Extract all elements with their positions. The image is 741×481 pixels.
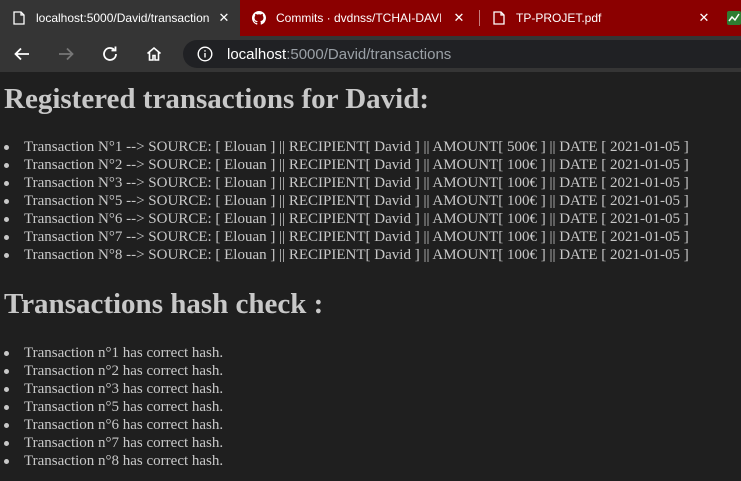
hash-check-title: Transactions hash check : [4,288,324,320]
list-item: Transaction n°2 has correct hash. [0,362,223,380]
page-content: Registered transactions for David: Trans… [0,72,741,481]
list-item: Transaction N°3 --> SOURCE: [ Elouan ] |… [0,174,689,192]
tab-transactions[interactable]: localhost:5000/David/transactions ✕ [0,0,240,36]
list-item: Transaction N°2 --> SOURCE: [ Elouan ] |… [0,156,689,174]
list-item: Transaction N°1 --> SOURCE: [ Elouan ] |… [0,138,689,156]
back-button[interactable] [10,42,34,66]
home-button[interactable] [142,42,166,66]
chart-icon [727,11,741,25]
arrow-left-icon [14,47,29,61]
address-path: :5000/David/transactions [286,45,452,63]
list-item: Transaction n°8 has correct hash. [0,452,223,470]
info-icon[interactable] [197,46,213,62]
reload-button[interactable] [98,42,122,66]
list-item: Transaction n°6 has correct hash. [0,416,223,434]
tab-title: TP-PROJET.pdf [516,11,602,25]
reload-icon [103,46,117,61]
forward-button[interactable] [54,42,78,66]
tab-title: localhost:5000/David/transactions [36,11,210,25]
list-item: Transaction N°5 --> SOURCE: [ Elouan ] |… [0,192,689,210]
transaction-list: Transaction N°1 --> SOURCE: [ Elouan ] |… [0,138,689,264]
list-item: Transaction N°8 --> SOURCE: [ Elouan ] |… [0,246,689,264]
list-item: Transaction n°1 has correct hash. [0,344,223,362]
list-item: Transaction N°6 --> SOURCE: [ Elouan ] |… [0,210,689,228]
github-icon [252,11,266,25]
close-icon[interactable]: ✕ [451,10,467,26]
close-icon[interactable]: ✕ [696,10,712,26]
list-item: Transaction n°5 has correct hash. [0,398,223,416]
pdf-icon [492,11,506,25]
home-icon [146,46,162,61]
tab-commits[interactable]: Commits · dvdnss/TCHAI-DAVID ✕ [240,0,475,36]
address-host: localhost [227,45,287,63]
page-title: Registered transactions for David: [4,83,430,115]
arrow-right-icon [59,47,74,61]
tab-title: Commits · dvdnss/TCHAI-DAVID [276,11,441,25]
close-icon[interactable]: ✕ [216,10,232,26]
tab-partial[interactable] [722,0,741,36]
hash-check-list: Transaction n°1 has correct hash. Transa… [0,344,223,470]
page-icon [12,11,26,25]
tab-pdf[interactable]: TP-PROJET.pdf ✕ [480,0,720,36]
tab-strip: localhost:5000/David/transactions ✕ Comm… [0,0,741,36]
address-bar[interactable]: localhost:5000/David/transactions [183,40,741,68]
list-item: Transaction n°7 has correct hash. [0,434,223,452]
list-item: Transaction n°3 has correct hash. [0,380,223,398]
list-item: Transaction N°7 --> SOURCE: [ Elouan ] |… [0,228,689,246]
